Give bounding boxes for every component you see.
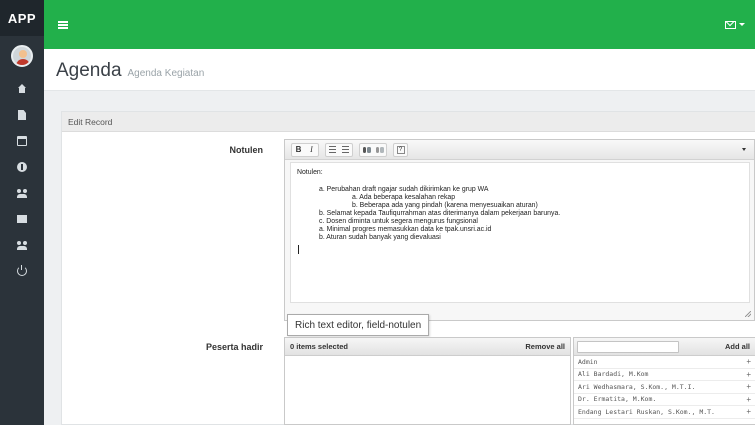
participant-name: Dr. Ermatita, M.Kom. [578,395,657,404]
notulen-textarea[interactable]: Notulen: a. Perubahan draft ngajar sudah… [290,162,750,303]
home-icon [17,84,27,94]
plus-icon: + [746,407,751,417]
plus-icon: + [746,382,751,392]
page-title: Agenda [56,60,122,81]
selected-list-header: 0 items selected Remove all [285,338,570,356]
binoculars-replace-icon [375,146,384,153]
sidebar-item-groups[interactable] [0,232,44,258]
notulen-lead: Notulen: [297,169,323,176]
list-group [325,142,353,157]
notulen-label: Notulen [229,145,264,155]
notulen-line: c. Dosen diminta untuk segera mengurus f… [319,218,478,225]
participant-name: Admin [578,357,598,366]
replace-button[interactable] [373,144,386,156]
participant-name: Endang Lestari Ruskan, S.Kom., M.T. [578,407,715,416]
rich-text-editor: B I ? Notulen: a. Perubahan draft ngajar… [284,139,755,321]
sidebar-item-logout[interactable] [0,258,44,284]
page-subtitle: Agenda Kegiatan [127,68,205,79]
plus-icon: + [746,369,751,379]
sidebar-item-home[interactable] [0,76,44,102]
numbered-list-icon [329,146,336,153]
info-icon [17,162,27,172]
list-item[interactable]: Ari Wedhasmara, S.Kom., M.T.I. + [574,381,755,394]
help-group: ? [393,142,408,157]
mail-icon [17,215,27,223]
italic-button[interactable]: I [305,144,318,156]
selected-count: 0 items selected [290,342,348,351]
find-button[interactable] [360,144,373,156]
plus-icon: + [746,394,751,404]
power-icon [17,265,27,276]
list-item[interactable]: Admin + [574,356,755,369]
resize-handle-icon[interactable] [745,311,751,317]
sidebar-item-mail[interactable] [0,206,44,232]
participant-name: Ali Bardadi, M.Kom [578,370,649,379]
brand-logo[interactable]: APP [0,0,44,36]
notulen-line: b. Beberapa ada yang pindah (karena meny… [352,202,538,209]
notulen-line: b. Aturan sudah banyak yang dievaluasi [319,234,441,241]
add-all-button[interactable]: Add all [725,342,750,351]
chevron-down-icon [739,23,745,26]
sidebar-item-calendar[interactable] [0,128,44,154]
sidebar-item-info[interactable] [0,154,44,180]
file-icon [18,110,26,120]
calendar-icon [17,136,27,146]
plus-icon: + [746,357,751,367]
sidebar-item-document[interactable] [0,102,44,128]
editor-toolbar: B I ? [285,140,754,160]
search-group [359,142,387,157]
available-participants-list: Add all Admin + Ali Bardadi, M.Kom + Ari W… [573,337,755,425]
sidebar: APP [0,0,44,425]
notulen-line: b. Selamat kepada Taufiqurrahman atas di… [319,210,561,217]
binoculars-icon [362,146,371,153]
bulleted-list-icon [342,146,349,153]
top-navbar [44,0,755,49]
menu-toggle-icon[interactable] [58,20,68,29]
selected-participants-list: 0 items selected Remove all [284,337,571,425]
users-icon [17,240,27,250]
bold-button[interactable]: B [292,144,305,156]
notulen-line: a. Ada beberapa kesalahan rekap [352,194,456,201]
participant-search-input[interactable] [577,340,679,353]
editor-tooltip: Rich text editor, field-notulen [287,314,430,336]
list-item[interactable]: Ali Bardadi, M.Kom + [574,369,755,381]
text-cursor [298,245,299,254]
avatar[interactable] [11,45,33,67]
bulleted-list-button[interactable] [339,144,352,156]
remove-all-button[interactable]: Remove all [525,342,565,351]
list-item[interactable]: Endang Lestari Ruskan, S.Kom., M.T. + [574,406,755,419]
collapse-toolbar-icon[interactable] [742,148,746,151]
peserta-hadir-label: Peserta hadir [205,342,263,352]
envelope-icon [725,20,736,29]
panel-heading: Edit Record [62,112,755,132]
help-icon: ? [396,145,405,154]
format-group: B I [291,142,319,157]
participant-name: Ari Wedhasmara, S.Kom., M.T.I. [578,382,696,391]
list-item[interactable]: Dr. Ermatita, M.Kom. + [574,394,755,406]
messages-dropdown[interactable] [725,20,745,29]
page-header: Agenda Agenda Kegiatan [44,49,755,91]
available-list-header: Add all [574,338,755,356]
numbered-list-button[interactable] [326,144,339,156]
notulen-line: a. Perubahan draft ngajar sudah dikirimk… [319,186,489,193]
avatar-wrapper [0,36,44,76]
sidebar-item-users[interactable] [0,180,44,206]
help-button[interactable]: ? [394,144,407,156]
users-icon [17,188,27,198]
notulen-line: a. Minimal progres memasukkan data ke tp… [319,226,492,233]
